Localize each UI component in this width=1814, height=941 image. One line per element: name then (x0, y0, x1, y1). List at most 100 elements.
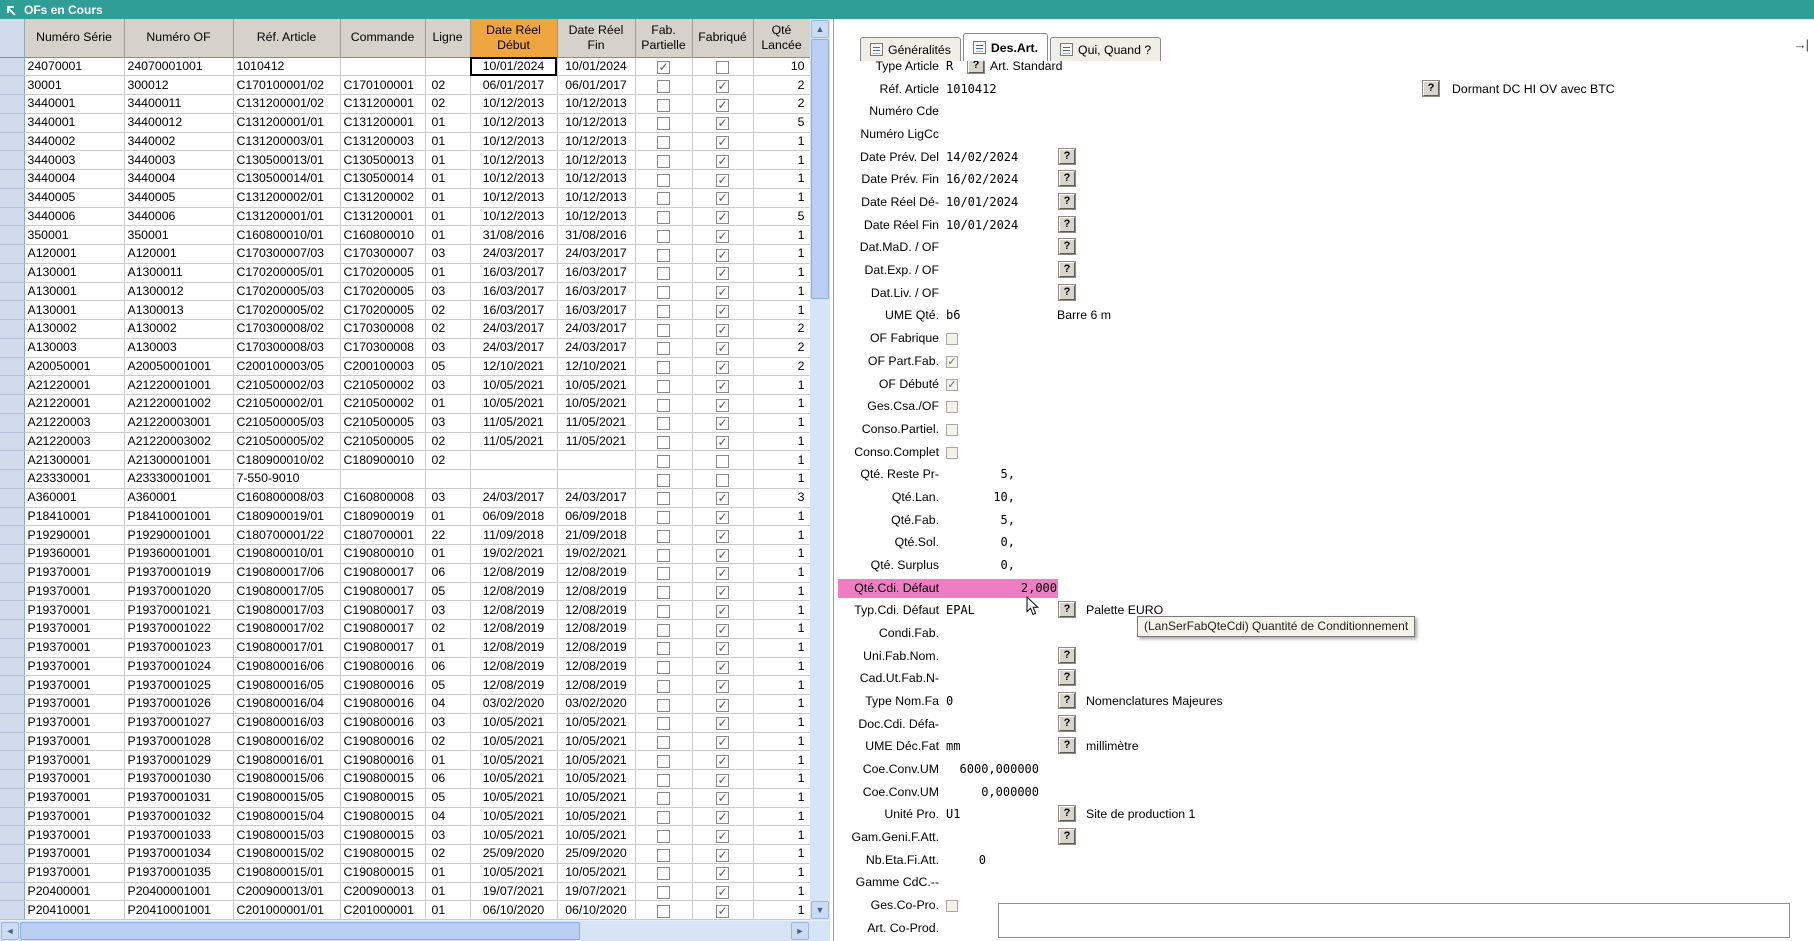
vertical-scroll-thumb[interactable] (811, 39, 829, 299)
cell[interactable]: 01 (425, 882, 470, 901)
table-row[interactable]: P19370001P19370001034C190800015/02C19080… (0, 845, 810, 864)
cell-fab-partielle[interactable] (635, 470, 692, 489)
cell[interactable]: A130001 (24, 282, 124, 301)
cell[interactable]: C180900019 (340, 507, 425, 526)
cell[interactable]: 03 (425, 713, 470, 732)
checkbox-icon[interactable] (716, 249, 729, 262)
cell[interactable]: A1300013 (124, 301, 233, 320)
cell[interactable]: 1 (753, 151, 810, 170)
cell[interactable]: A1300012 (124, 282, 233, 301)
checkbox-icon[interactable] (657, 717, 670, 730)
cell-fabrique[interactable] (692, 263, 753, 282)
cell[interactable]: 03/02/2020 (470, 695, 557, 714)
cell-fab-partielle[interactable] (635, 301, 692, 320)
cell[interactable]: P19290001001 (124, 526, 233, 545)
cell[interactable]: 1 (753, 470, 810, 489)
cell[interactable]: 04 (425, 695, 470, 714)
table-row[interactable]: P19370001P19370001025C190800016/05C19080… (0, 676, 810, 695)
cell-fabrique[interactable] (692, 488, 753, 507)
cell[interactable]: P19370001025 (124, 676, 233, 695)
checkbox-icon[interactable] (657, 905, 670, 918)
checkbox-icon[interactable] (657, 249, 670, 262)
cell[interactable]: 10/05/2021 (470, 751, 557, 770)
table-row[interactable]: P20400001P20400001001C200900013/01C20090… (0, 882, 810, 901)
cell[interactable]: 01 (425, 638, 470, 657)
cell-fabrique[interactable] (692, 188, 753, 207)
field-value[interactable]: 16/02/2024 (946, 168, 1018, 191)
cell[interactable]: 16/03/2017 (557, 282, 635, 301)
column-header[interactable]: Numéro OF (124, 19, 233, 57)
cell-fabrique[interactable] (692, 113, 753, 132)
cell[interactable]: C190800010/01 (233, 545, 340, 564)
cell[interactable]: 1 (753, 376, 810, 395)
cell[interactable]: 10/01/2024 (470, 57, 557, 76)
cell[interactable]: C131200001 (340, 95, 425, 114)
field-value[interactable]: 6000,000000 (946, 758, 1039, 781)
cell[interactable]: C190800016/02 (233, 732, 340, 751)
field-checkbox[interactable] (946, 447, 958, 459)
row-selector[interactable] (0, 395, 24, 414)
cell[interactable]: P19370001 (24, 826, 124, 845)
cell[interactable]: C190800017 (340, 620, 425, 639)
cell-fabrique[interactable] (692, 226, 753, 245)
cell-fabrique[interactable] (692, 170, 753, 189)
cell[interactable]: A360001 (124, 488, 233, 507)
cell[interactable]: 10/12/2013 (557, 207, 635, 226)
cell[interactable]: 3440004 (124, 170, 233, 189)
column-header[interactable]: Numéro Série (24, 19, 124, 57)
checkbox-icon[interactable] (657, 736, 670, 749)
cell-fabrique[interactable] (692, 338, 753, 357)
column-header[interactable]: Ligne (425, 19, 470, 57)
cell[interactable]: P19370001027 (124, 713, 233, 732)
cell[interactable]: 7-550-9010 (233, 470, 340, 489)
cell[interactable]: C190800015/05 (233, 788, 340, 807)
cell-fabrique[interactable] (692, 301, 753, 320)
cell-fab-partielle[interactable] (635, 282, 692, 301)
cell[interactable] (557, 470, 635, 489)
checkbox-icon[interactable] (716, 80, 729, 93)
cell-fab-partielle[interactable] (635, 132, 692, 151)
cell[interactable]: 1 (753, 601, 810, 620)
cell[interactable]: 1 (753, 713, 810, 732)
cell[interactable]: A21300001 (24, 451, 124, 470)
cell[interactable]: C190800016 (340, 713, 425, 732)
cell[interactable]: C190800015 (340, 788, 425, 807)
cell[interactable]: P19370001 (24, 732, 124, 751)
cell[interactable]: 24/03/2017 (557, 245, 635, 264)
row-selector[interactable] (0, 76, 24, 95)
table-row[interactable]: P19370001P19370001033C190800015/03C19080… (0, 826, 810, 845)
cell[interactable]: 19/07/2021 (557, 882, 635, 901)
column-header[interactable]: Fabriqué (692, 19, 753, 57)
cell[interactable]: 1 (753, 170, 810, 189)
cell[interactable]: P20410001001 (124, 901, 233, 920)
cell[interactable]: 12/08/2019 (557, 676, 635, 695)
cell[interactable]: 10/05/2021 (557, 788, 635, 807)
cell[interactable]: 03 (425, 338, 470, 357)
cell[interactable] (340, 57, 425, 76)
checkbox-icon[interactable] (657, 417, 670, 430)
cell[interactable]: C170300007/03 (233, 245, 340, 264)
cell[interactable]: 3440003 (124, 151, 233, 170)
cell[interactable]: C200100003/05 (233, 357, 340, 376)
checkbox-icon[interactable] (657, 117, 670, 130)
cell[interactable]: P19370001 (24, 695, 124, 714)
cell[interactable] (470, 470, 557, 489)
cell[interactable]: P19370001 (24, 863, 124, 882)
help-button[interactable]: ? (1059, 149, 1075, 164)
cell[interactable]: A120001 (124, 245, 233, 264)
cell[interactable]: 3 (753, 488, 810, 507)
cell-fabrique[interactable] (692, 901, 753, 920)
cell[interactable]: P19370001 (24, 563, 124, 582)
cell[interactable]: 10/12/2013 (557, 132, 635, 151)
cell[interactable]: P19370001023 (124, 638, 233, 657)
checkbox-icon[interactable] (657, 324, 670, 337)
cell[interactable]: A21220001 (24, 395, 124, 414)
cell[interactable]: C190800016 (340, 732, 425, 751)
checkbox-icon[interactable] (716, 905, 729, 918)
cell-fabrique[interactable] (692, 713, 753, 732)
checkbox-icon[interactable] (716, 792, 729, 805)
cell[interactable]: P19360001 (24, 545, 124, 564)
cell[interactable]: C200900013/01 (233, 882, 340, 901)
cell[interactable]: C170300008 (340, 320, 425, 339)
cell[interactable]: 06/10/2020 (470, 901, 557, 920)
